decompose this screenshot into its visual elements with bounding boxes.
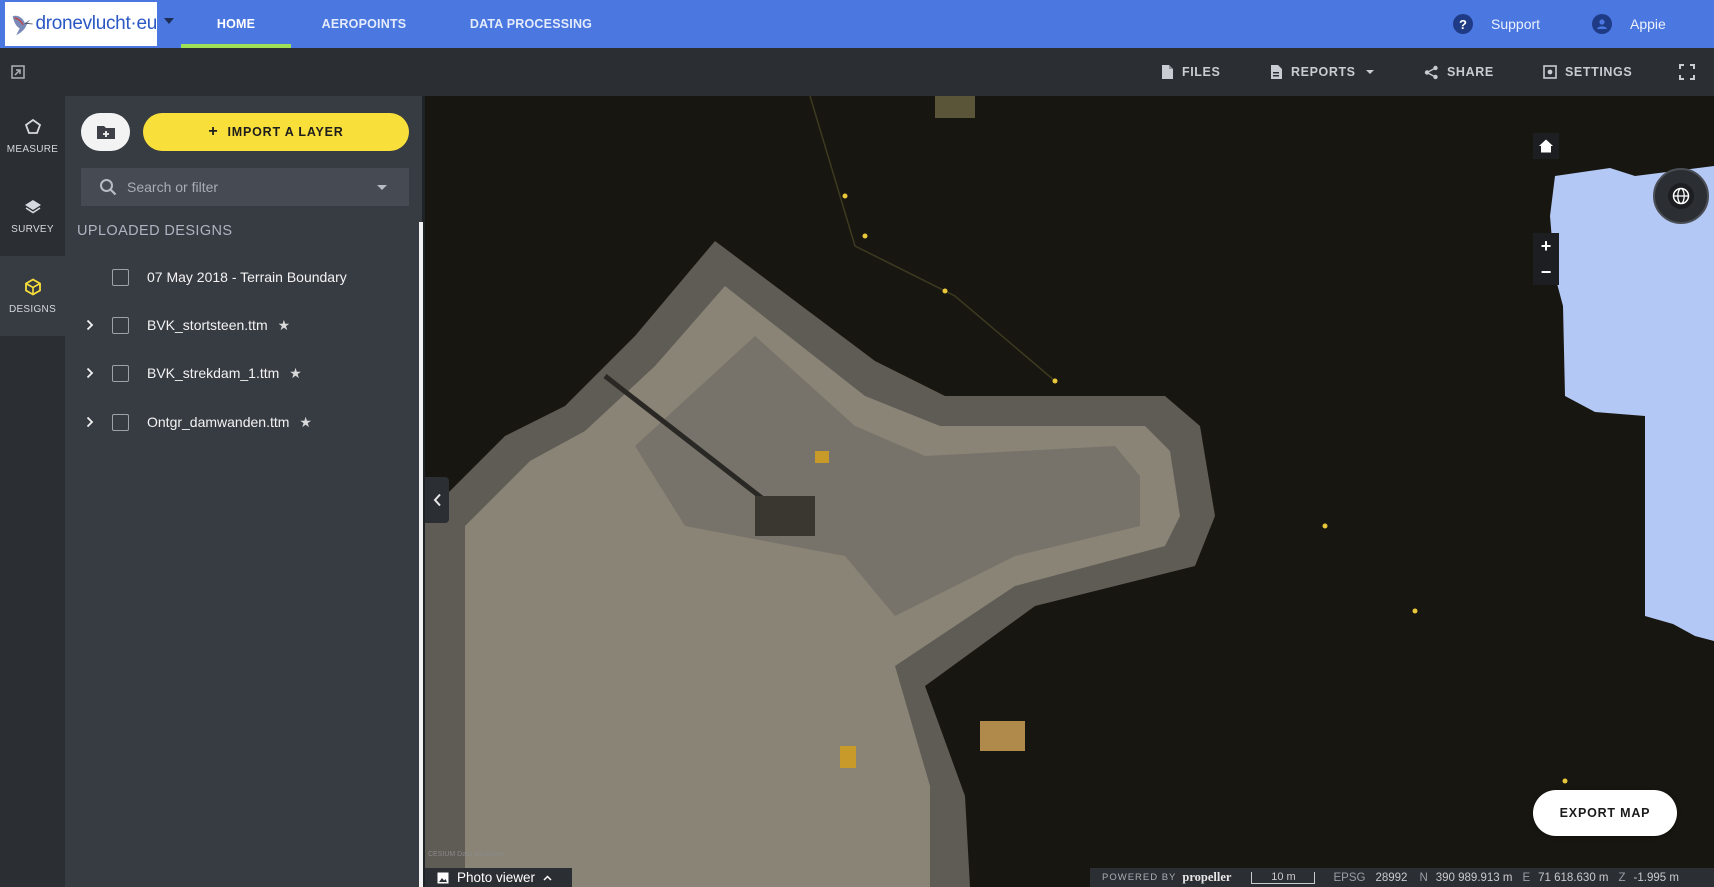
map-toolbar: FILES REPORTS SHARE SETTINGS <box>0 48 1714 96</box>
map-attribution[interactable]: CESIUM Data attribution <box>428 851 505 858</box>
layers-icon <box>24 199 41 213</box>
globe-icon <box>1668 183 1694 209</box>
crs-label: EPSG <box>1333 871 1366 884</box>
settings-label: SETTINGS <box>1565 65 1633 79</box>
help-icon: ? <box>1453 14 1473 34</box>
design-row[interactable]: Ontgr_damwanden.ttm ★ <box>80 400 410 444</box>
zoom-in-button[interactable]: + <box>1533 233 1559 259</box>
chevron-right-icon[interactable] <box>80 412 100 432</box>
filter-dropdown-icon[interactable] <box>377 185 387 190</box>
scale-bar: 10 m <box>1251 871 1316 884</box>
compass-control[interactable] <box>1653 168 1709 224</box>
settings-icon <box>1543 65 1557 79</box>
crs-code: 28992 <box>1375 871 1408 884</box>
support-link[interactable]: ? Support <box>1453 0 1540 48</box>
home-view-button[interactable] <box>1533 133 1559 159</box>
brand-logo-text: dronevlucht·eu <box>35 13 158 34</box>
chevron-right-icon[interactable] <box>80 315 100 335</box>
new-folder-button[interactable] <box>81 113 130 151</box>
design-name: BVK_stortsteen.ttm <box>147 317 268 333</box>
north-label: N <box>1419 871 1428 884</box>
uploaded-designs-heading: UPLOADED DESIGNS <box>77 223 233 239</box>
settings-button[interactable]: SETTINGS <box>1543 48 1632 96</box>
left-tool-rail: MEASURE SURVEY DESIGNS <box>0 96 65 887</box>
east-value: 71 618.630 m <box>1538 871 1609 884</box>
user-name: Appie <box>1630 16 1666 32</box>
image-icon <box>437 872 449 883</box>
z-label: Z <box>1618 871 1626 884</box>
share-label: SHARE <box>1447 65 1494 79</box>
rail-item-designs-label: DESIGNS <box>8 303 57 315</box>
chevron-up-icon <box>543 874 552 881</box>
search-input[interactable] <box>127 179 357 195</box>
import-layer-button[interactable]: + IMPORT A LAYER <box>143 113 409 151</box>
photo-viewer-toggle[interactable]: Photo viewer <box>425 868 572 887</box>
reports-dropdown-icon <box>1365 70 1374 74</box>
support-label: Support <box>1491 16 1541 32</box>
org-switcher-caret-icon[interactable] <box>164 18 174 24</box>
tab-aeropoints[interactable]: AEROPOINTS <box>315 0 413 48</box>
top-nav-bar: dronevlucht·eu HOME AEROPOINTS DATA PROC… <box>0 0 1714 48</box>
design-checkbox[interactable] <box>112 364 129 382</box>
propeller-logo: propeller <box>1182 870 1232 884</box>
star-icon[interactable]: ★ <box>278 317 291 334</box>
north-value: 390 989.913 m <box>1435 871 1513 884</box>
account-icon <box>1592 14 1612 34</box>
design-name: Ontgr_damwanden.ttm <box>147 414 290 430</box>
map-viewport[interactable]: + − <box>425 96 1714 887</box>
report-icon <box>1271 65 1282 79</box>
add-folder-icon <box>96 126 115 139</box>
share-button[interactable]: SHARE <box>1424 48 1494 96</box>
files-button[interactable]: FILES <box>1160 48 1220 96</box>
brand-logo[interactable]: dronevlucht·eu <box>5 2 157 46</box>
design-checkbox[interactable] <box>112 268 129 286</box>
design-name: BVK_strekdam_1.ttm <box>147 365 280 381</box>
share-icon <box>1424 65 1438 79</box>
design-name: 07 May 2018 - Terrain Boundary <box>147 269 347 285</box>
reports-button[interactable]: REPORTS <box>1270 48 1374 96</box>
rail-item-survey[interactable]: SURVEY <box>0 176 65 256</box>
export-map-button[interactable]: EXPORT MAP <box>1533 790 1677 836</box>
polygon-icon <box>24 118 41 134</box>
east-label: E <box>1522 871 1531 884</box>
z-value: -1.995 m <box>1633 871 1679 884</box>
panel-scrollbar[interactable] <box>419 222 423 887</box>
reports-label: REPORTS <box>1291 65 1356 79</box>
hummingbird-logo-icon <box>12 15 33 36</box>
chevron-right-icon[interactable] <box>80 363 100 383</box>
design-row[interactable]: BVK_strekdam_1.ttm ★ <box>80 351 410 395</box>
zoom-out-button[interactable]: − <box>1533 259 1559 285</box>
design-row[interactable]: BVK_stortsteen.ttm ★ <box>80 303 410 347</box>
photo-viewer-label: Photo viewer <box>457 870 536 885</box>
star-icon[interactable]: ★ <box>299 414 312 431</box>
design-checkbox[interactable] <box>112 316 129 334</box>
search-icon <box>100 179 117 196</box>
design-checkbox[interactable] <box>112 413 129 431</box>
rail-item-designs[interactable]: DESIGNS <box>0 256 65 336</box>
rail-item-measure[interactable]: MEASURE <box>0 96 65 176</box>
collapse-sidebar-icon[interactable] <box>11 65 25 79</box>
powered-by-label: POWERED BY <box>1102 872 1177 883</box>
plus-icon: + <box>208 123 219 140</box>
file-icon <box>1162 65 1173 79</box>
tab-data-processing[interactable]: DATA PROCESSING <box>467 0 595 48</box>
user-menu[interactable]: Appie <box>1592 0 1666 48</box>
import-layer-label: IMPORT A LAYER <box>227 125 344 139</box>
design-row[interactable]: 07 May 2018 - Terrain Boundary <box>80 255 410 299</box>
map-status-bar: POWERED BY propeller 10 m EPSG 28992 N 3… <box>1090 868 1714 887</box>
aerial-imagery <box>425 96 1714 887</box>
cube-icon <box>24 277 41 296</box>
search-bar <box>81 168 409 206</box>
files-label: FILES <box>1182 65 1221 79</box>
chevron-left-icon <box>433 493 441 507</box>
fullscreen-icon[interactable] <box>1679 64 1695 80</box>
designs-panel <box>65 96 422 887</box>
home-icon <box>1539 139 1553 153</box>
rail-item-survey-label: SURVEY <box>11 223 54 235</box>
tab-home[interactable]: HOME <box>181 0 291 48</box>
star-icon[interactable]: ★ <box>289 365 302 382</box>
collapse-panel-button[interactable] <box>425 477 449 523</box>
rail-item-measure-label: MEASURE <box>6 143 59 155</box>
